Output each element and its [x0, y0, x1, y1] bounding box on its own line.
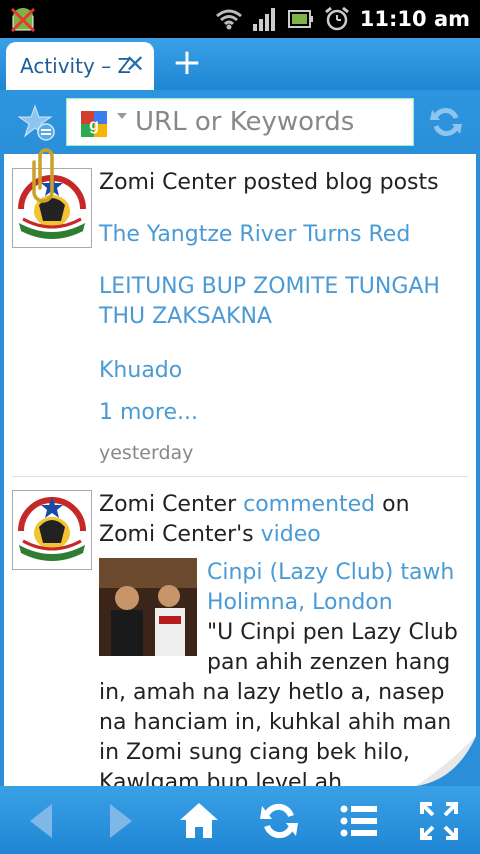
chevron-down-icon[interactable] — [117, 113, 127, 119]
zomi-logo — [18, 497, 86, 561]
blog-post-link[interactable]: The Yangtze River Turns Red — [99, 220, 410, 250]
url-input[interactable]: g URL or Keywords — [66, 98, 414, 146]
svg-text:g: g — [89, 117, 99, 134]
author-name[interactable]: Zomi Center — [99, 170, 236, 195]
blog-post-link[interactable]: Khuado — [99, 356, 182, 386]
refresh-icon[interactable] — [428, 104, 464, 140]
home-icon[interactable] — [178, 800, 220, 842]
comment-line: pan ahih zenzen hang — [207, 650, 451, 675]
fullscreen-icon[interactable] — [418, 800, 460, 842]
feed-entry: Zomi Center commented on Zomi Center's v… — [4, 476, 476, 786]
paperclip-icon — [32, 148, 54, 203]
blog-post-link[interactable]: LEITUNG BUP ZOMITE TUNGAH THU ZAKSAKNA — [99, 272, 468, 332]
author-name[interactable]: Zomi Center — [99, 492, 236, 517]
comment-line: in, amah na lazy hetlo a, nasep na hanci… — [99, 680, 452, 786]
timestamp: yesterday — [99, 442, 194, 464]
google-icon[interactable]: g — [81, 111, 107, 137]
tab-activity[interactable]: Activity – Zomi Center ✕ — [6, 42, 154, 90]
tab-title: Activity – Zomi Center — [20, 54, 130, 78]
close-icon[interactable]: ✕ — [124, 51, 146, 77]
avatar[interactable] — [12, 490, 92, 570]
battery-icon — [287, 10, 313, 28]
feed-entry: Zomi Center posted blog posts The Yangtz… — [4, 154, 476, 474]
entry-header: Zomi Center commented on Zomi Center's v… — [99, 490, 468, 550]
bottom-toolbar — [0, 786, 480, 854]
alarm-icon — [324, 6, 349, 31]
status-bar: 11:10 am — [0, 0, 480, 38]
signal-icon — [252, 8, 275, 31]
bookmark-star-icon[interactable] — [18, 104, 56, 142]
refresh-icon[interactable] — [258, 800, 300, 842]
add-tab-icon[interactable]: + — [170, 44, 204, 82]
address-bar: g URL or Keywords — [0, 90, 480, 154]
clock-time: 11:10 am — [359, 7, 470, 31]
menu-list-icon[interactable] — [338, 800, 380, 842]
url-placeholder: URL or Keywords — [135, 107, 355, 137]
page-curl — [416, 736, 476, 786]
forward-icon[interactable] — [100, 800, 142, 842]
comment-line: "U Cinpi pen Lazy Club — [207, 620, 458, 645]
android-debug-icon — [10, 7, 36, 33]
entry-header: Zomi Center posted blog posts — [99, 168, 468, 198]
video-link[interactable]: video — [261, 522, 321, 547]
video-title-link[interactable]: Cinpi (Lazy Club) tawh Holimna, London — [207, 558, 468, 618]
action-text: posted blog posts — [243, 170, 439, 195]
comment-text: "U Cinpi pen Lazy Club pan ahih zenzen h… — [99, 618, 468, 786]
wifi-icon — [215, 9, 242, 30]
commented-link[interactable]: commented — [243, 492, 375, 517]
tab-bar: Activity – Zomi Center ✕ + — [0, 38, 480, 90]
back-icon[interactable] — [20, 800, 62, 842]
activity-feed[interactable]: Zomi Center posted blog posts The Yangtz… — [4, 154, 476, 786]
more-link[interactable]: 1 more... — [99, 398, 198, 428]
